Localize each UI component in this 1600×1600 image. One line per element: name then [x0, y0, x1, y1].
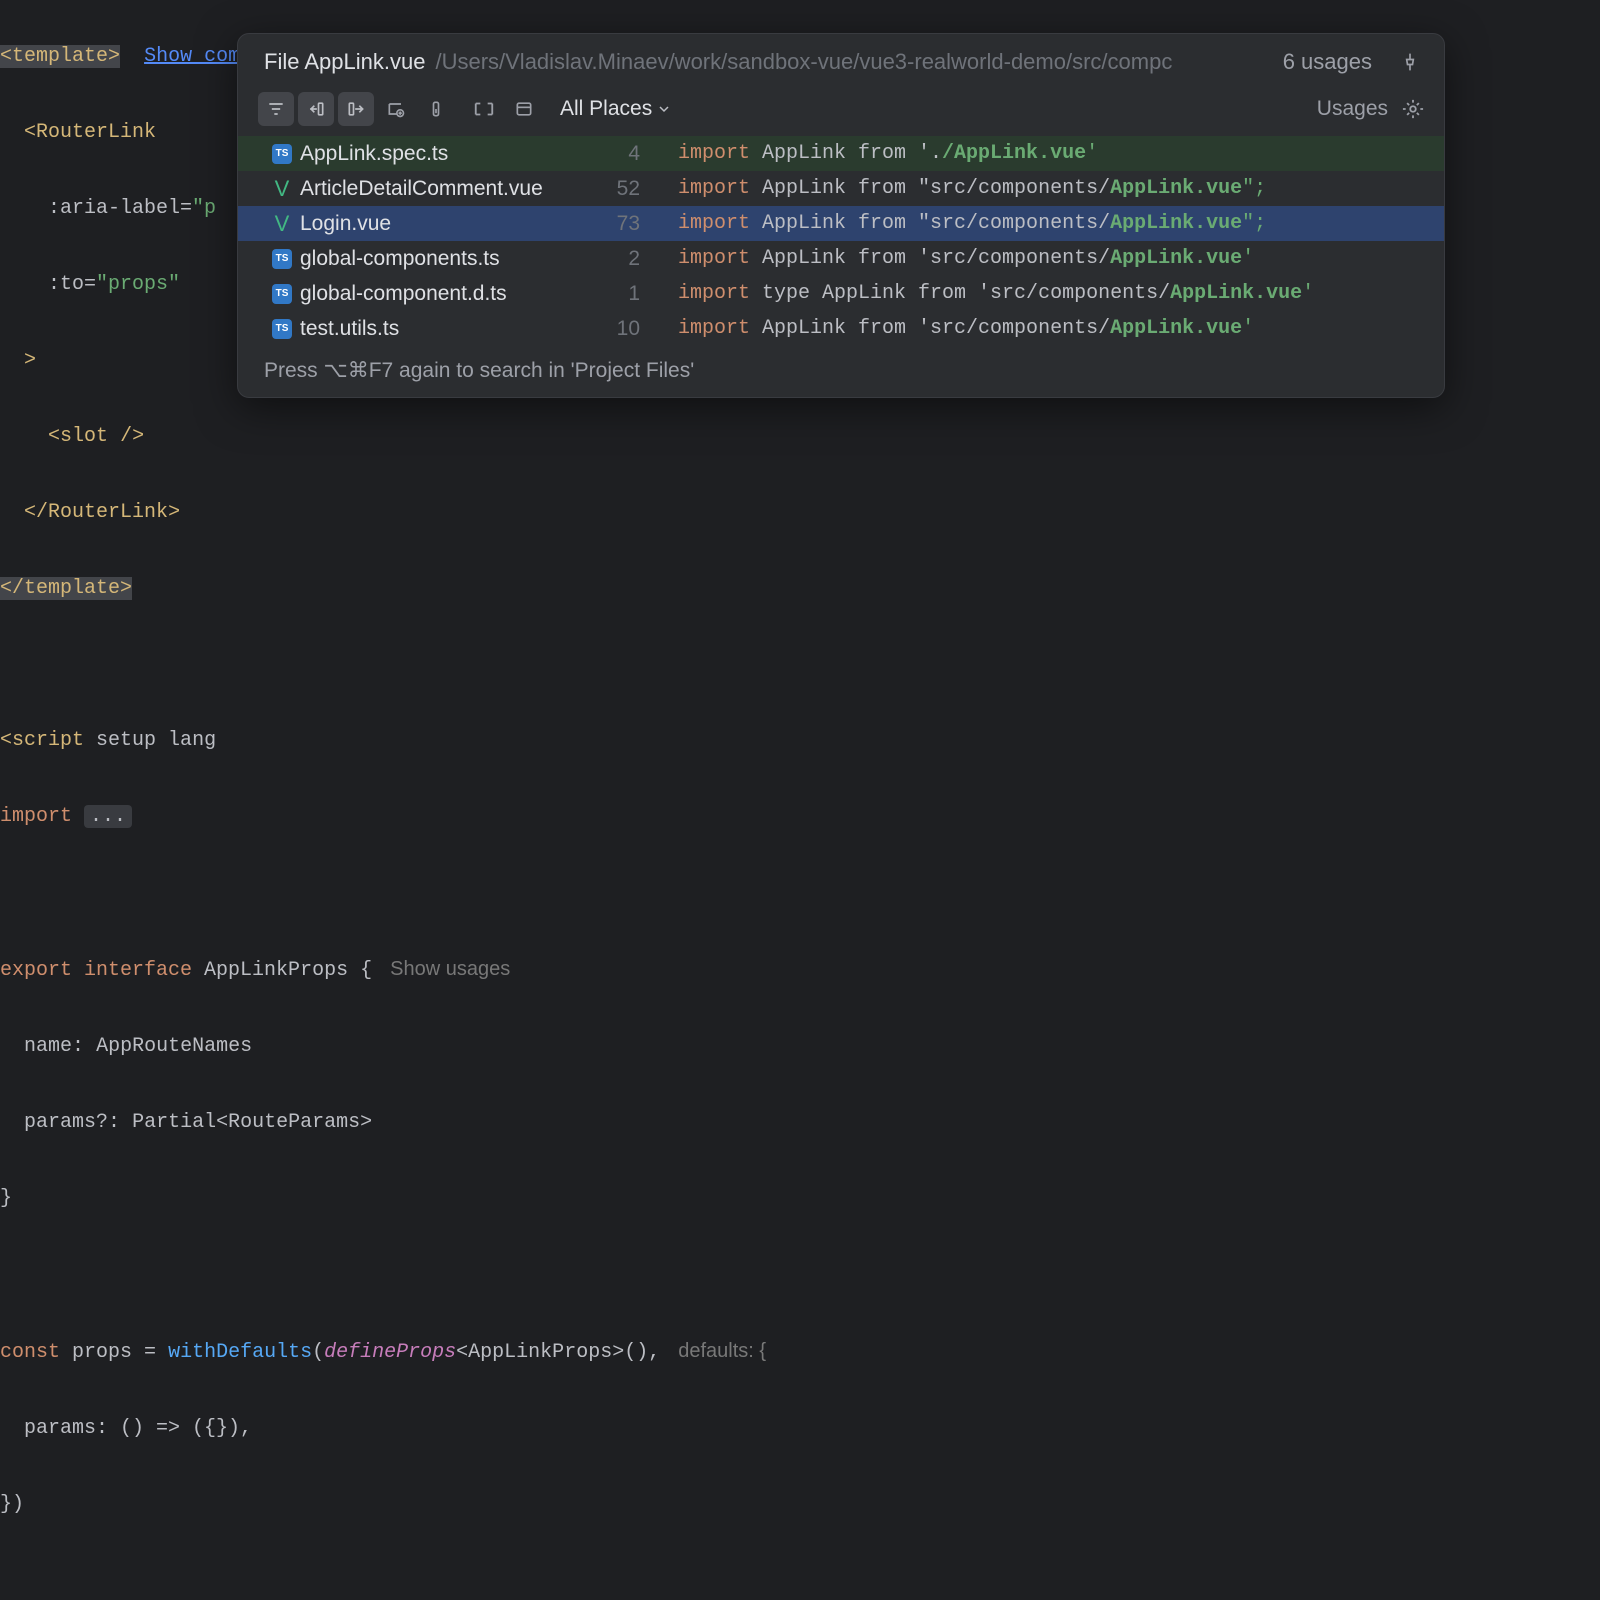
popup-toolbar: All Places Usages	[238, 86, 1444, 136]
find-usages-popup: File AppLink.vue /Users/Vladislav.Minaev…	[237, 33, 1445, 398]
open-usage-icon[interactable]	[298, 92, 334, 126]
filter-icon[interactable]	[258, 92, 294, 126]
vue-file-icon: V	[272, 214, 292, 234]
usage-result-row[interactable]: V ArticleDetailComment.vue52 import AppLin…	[238, 171, 1444, 206]
result-snippet: import AppLink from "src/components/AppL…	[678, 177, 1266, 200]
result-line-number: 4	[590, 142, 640, 166]
usage-result-row[interactable]: TS global-components.ts2 import AppLink fr…	[238, 241, 1444, 276]
usages-results-list: TS AppLink.spec.ts4 import AppLink from '.…	[238, 136, 1444, 348]
ts-file-icon: TS	[272, 319, 292, 339]
result-line-number: 1	[590, 282, 640, 306]
folded-imports[interactable]: ...	[84, 805, 132, 828]
usage-result-row[interactable]: TS test.utils.ts10 import AppLink from 'sr…	[238, 311, 1444, 346]
popup-title-path: /Users/Vladislav.Minaev/work/sandbox-vue…	[435, 49, 1272, 75]
result-snippet: import AppLink from './AppLink.vue'	[678, 142, 1098, 165]
usages-count: 6 usages	[1283, 49, 1372, 75]
result-line-number: 10	[590, 317, 640, 341]
preview-icon[interactable]	[506, 92, 542, 126]
usage-result-row[interactable]: TS global-component.d.ts1 import type AppL…	[238, 276, 1444, 311]
navigate-icon[interactable]	[338, 92, 374, 126]
usage-result-row[interactable]: V Login.vue73 import AppLink from "src/com…	[238, 206, 1444, 241]
result-snippet: import AppLink from "src/components/AppL…	[678, 212, 1266, 235]
popup-footer-hint: Press ⌥⌘F7 again to search in 'Project F…	[238, 348, 1444, 397]
usages-tab[interactable]: Usages	[1317, 97, 1388, 121]
scope-dropdown[interactable]: All Places	[560, 97, 670, 121]
popup-title-filename: AppLink.vue	[304, 49, 425, 74]
result-line-number: 2	[590, 247, 640, 271]
popup-header: File AppLink.vue /Users/Vladislav.Minaev…	[238, 34, 1444, 86]
result-snippet: import AppLink from 'src/components/AppL…	[678, 247, 1254, 270]
result-filename: test.utils.ts	[300, 317, 590, 341]
vue-file-icon: V	[272, 179, 292, 199]
show-usages-hint[interactable]: Show usages	[390, 958, 510, 980]
result-line-number: 73	[590, 212, 640, 236]
pin-icon[interactable]	[1396, 48, 1424, 76]
usage-result-row[interactable]: TS AppLink.spec.ts4 import AppLink from '.…	[238, 136, 1444, 171]
popup-title-prefix: File	[264, 49, 299, 74]
result-filename: AppLink.spec.ts	[300, 142, 590, 166]
result-filename: ArticleDetailComment.vue	[300, 177, 590, 201]
defaults-inlay: defaults: {	[678, 1340, 766, 1362]
result-filename: global-components.ts	[300, 247, 590, 271]
result-snippet: import AppLink from 'src/components/AppL…	[678, 317, 1254, 340]
info-icon[interactable]	[418, 92, 454, 126]
result-snippet: import type AppLink from 'src/components…	[678, 282, 1314, 305]
chevron-down-icon	[658, 103, 670, 115]
regex-icon[interactable]	[466, 92, 502, 126]
ts-file-icon: TS	[272, 249, 292, 269]
ts-file-icon: TS	[272, 144, 292, 164]
scope-label: All Places	[560, 97, 652, 121]
result-filename: global-component.d.ts	[300, 282, 590, 306]
result-line-number: 52	[590, 177, 640, 201]
result-filename: Login.vue	[300, 212, 590, 236]
group-by-icon[interactable]	[378, 92, 414, 126]
gear-icon[interactable]	[1402, 98, 1424, 120]
ts-file-icon: TS	[272, 284, 292, 304]
